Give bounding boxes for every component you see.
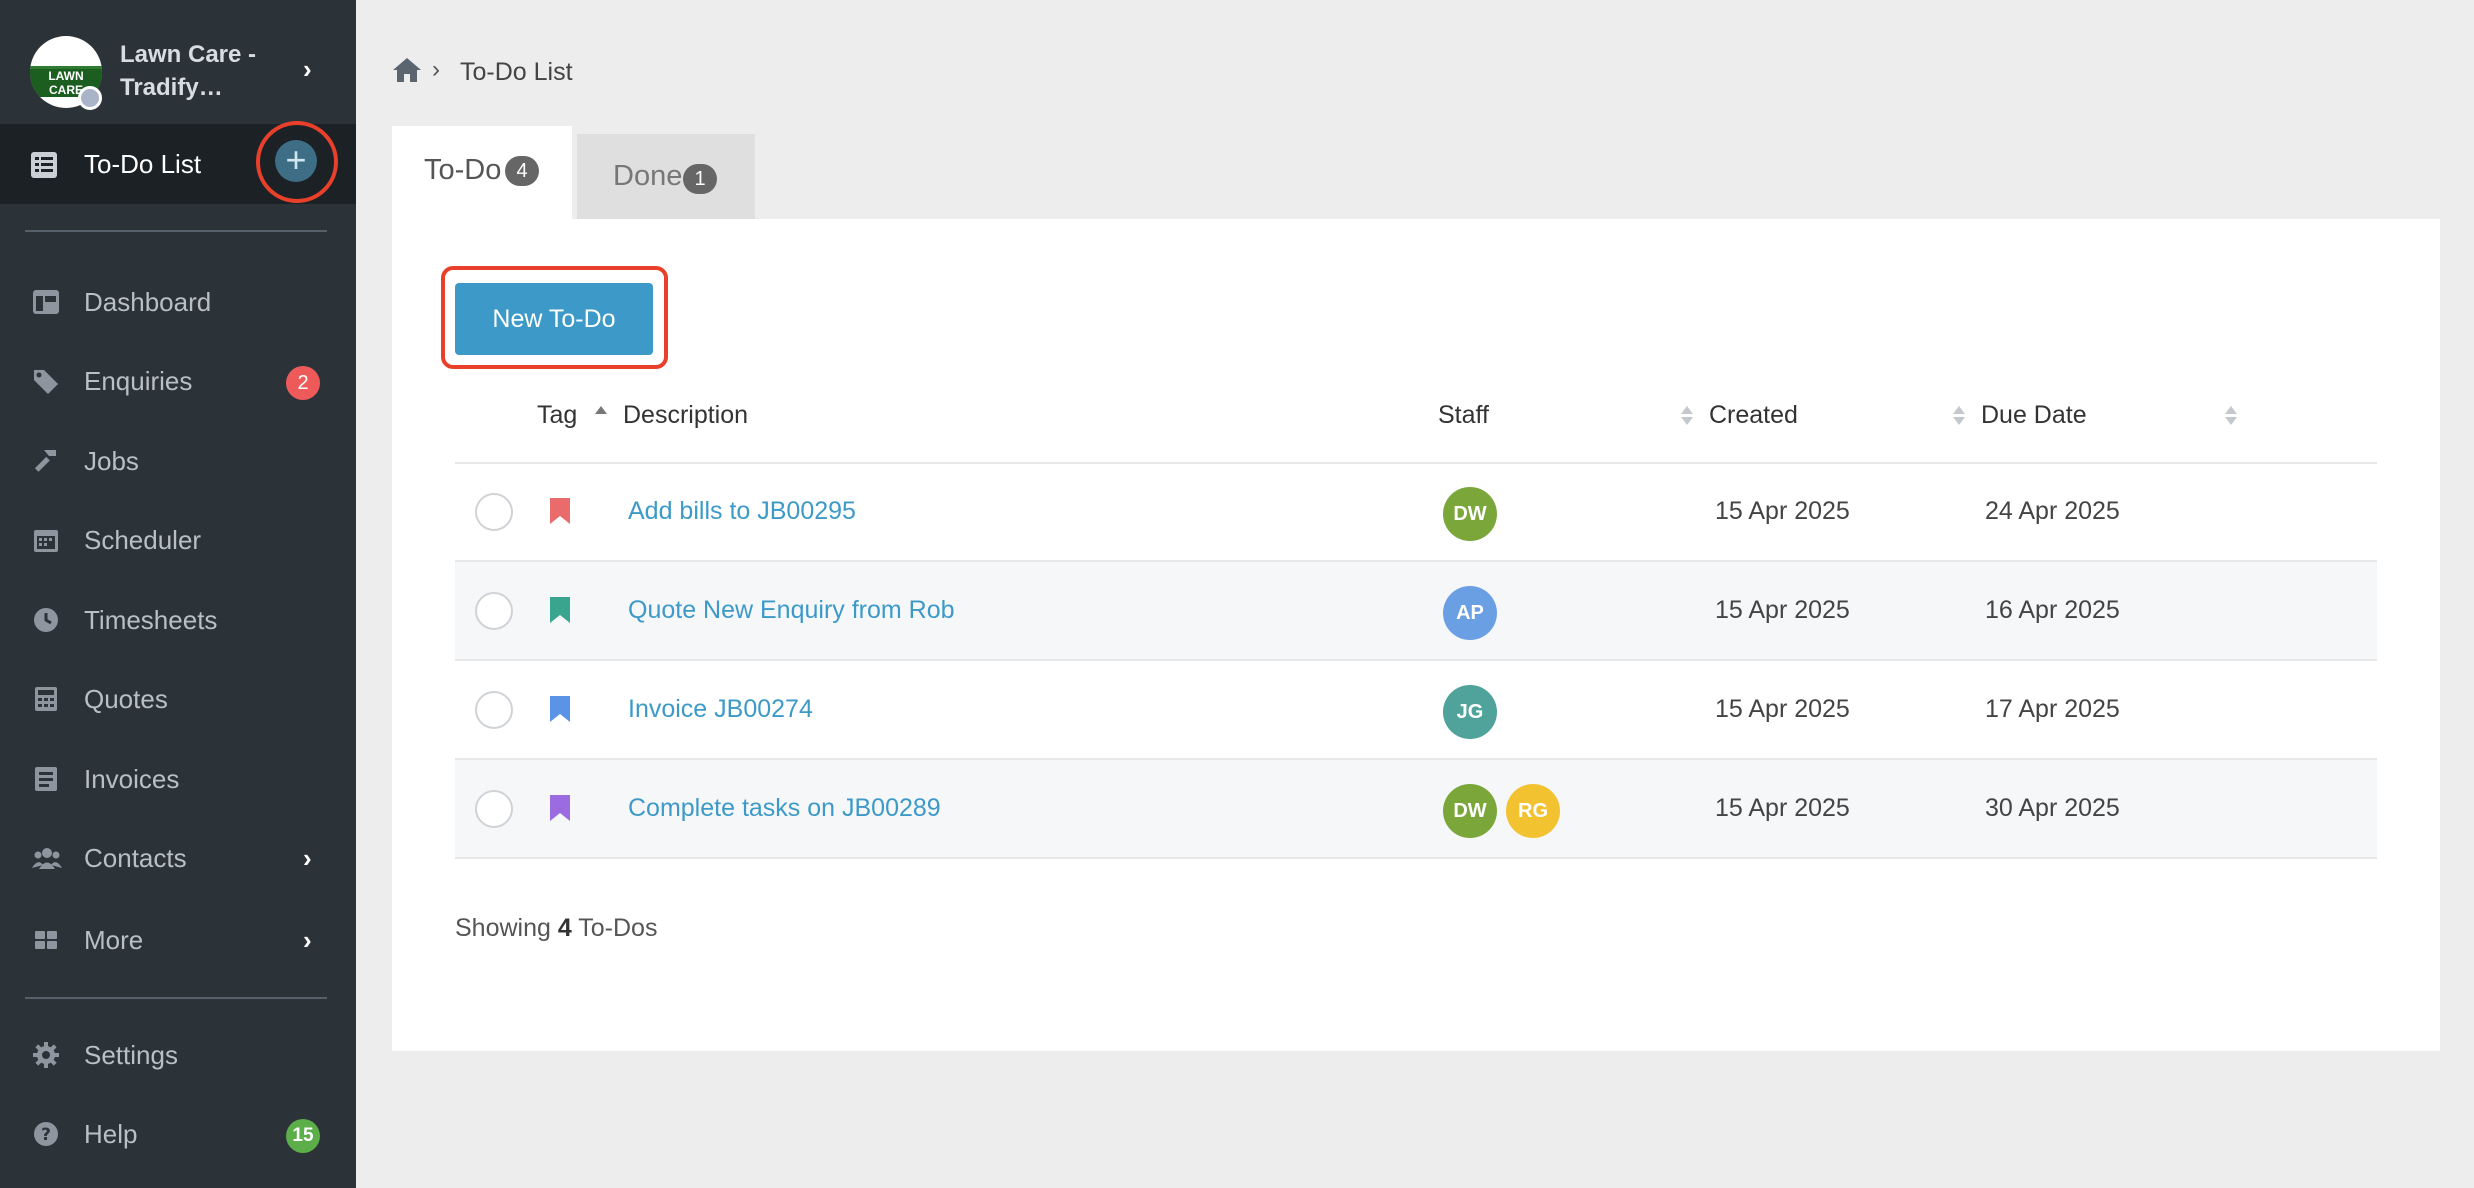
table-row[interactable]: Add bills to JB00295 DW 15 Apr 2025 24 A…: [455, 463, 2377, 561]
table-row[interactable]: Quote New Enquiry from Rob AP 15 Apr 202…: [455, 562, 2377, 660]
clock-icon: [34, 608, 58, 632]
calculator-icon: [35, 687, 57, 711]
sidebar-item-invoices[interactable]: Invoices: [0, 748, 356, 808]
todo-description-link[interactable]: Invoice JB00274: [628, 695, 813, 724]
due-date: 17 Apr 2025: [1985, 695, 2120, 723]
column-header-due-date[interactable]: Due Date: [1981, 401, 2087, 430]
sidebar-item-label: Timesheets: [84, 605, 218, 635]
created-date: 15 Apr 2025: [1715, 497, 1850, 525]
sidebar-divider: [25, 230, 327, 232]
grid-icon: [35, 931, 57, 949]
column-header-created[interactable]: Created: [1709, 401, 1798, 430]
sort-icon[interactable]: [2224, 402, 2238, 428]
sidebar-item-label: Help: [84, 1119, 138, 1149]
home-icon[interactable]: [392, 56, 422, 84]
sidebar-item-scheduler[interactable]: Scheduler: [0, 509, 356, 569]
tab-todo[interactable]: To-Do 4: [392, 126, 572, 220]
sidebar-item-label: Jobs: [84, 446, 139, 476]
sidebar-item-label: Settings: [84, 1040, 178, 1070]
dashboard-icon: [33, 290, 59, 314]
bookmark-icon: [550, 498, 570, 524]
sidebar-item-settings[interactable]: Settings: [0, 1024, 356, 1084]
sidebar-item-label: More: [84, 925, 144, 955]
complete-checkbox[interactable]: [475, 790, 513, 828]
invoice-icon: [35, 767, 57, 791]
tab-count-badge: 4: [505, 156, 539, 186]
created-date: 15 Apr 2025: [1715, 596, 1850, 624]
column-header-tag[interactable]: Tag: [537, 401, 577, 430]
sort-asc-icon[interactable]: [594, 402, 608, 428]
enquiries-count-badge: 2: [286, 366, 320, 400]
org-name: Lawn Care - Tradify…: [120, 41, 257, 101]
avatar: AP: [1443, 586, 1497, 640]
complete-checkbox[interactable]: [475, 493, 513, 531]
created-date: 15 Apr 2025: [1715, 695, 1850, 723]
sidebar-item-label: Scheduler: [84, 525, 202, 555]
help-count-badge: 15: [286, 1119, 320, 1153]
complete-checkbox[interactable]: [475, 592, 513, 630]
bookmark-icon: [550, 795, 570, 821]
new-todo-button[interactable]: New To-Do: [455, 283, 653, 355]
complete-checkbox[interactable]: [475, 691, 513, 729]
table-row[interactable]: Invoice JB00274 JG 15 Apr 2025 17 Apr 20…: [455, 661, 2377, 759]
avatar: DW: [1443, 784, 1497, 838]
chevron-right-icon: ›: [303, 925, 312, 955]
sidebar-item-label: To-Do List: [84, 149, 202, 179]
table-divider: [455, 857, 2377, 859]
avatar: JG: [1443, 685, 1497, 739]
sidebar-item-enquiries[interactable]: Enquiries 2: [0, 350, 356, 410]
bookmark-icon: [550, 597, 570, 623]
bookmark-icon: [550, 696, 570, 722]
column-header-staff[interactable]: Staff: [1438, 401, 1489, 430]
sidebar-item-help[interactable]: ? Help 15: [0, 1103, 356, 1163]
tags-icon: [34, 370, 58, 394]
sidebar-item-more[interactable]: More ›: [0, 909, 356, 969]
sidebar-item-dashboard[interactable]: Dashboard: [0, 271, 356, 331]
sidebar-item-label: Dashboard: [84, 287, 212, 317]
tab-label: Done: [613, 160, 683, 192]
todo-description-link[interactable]: Complete tasks on JB00289: [628, 794, 941, 823]
sidebar-divider: [25, 997, 327, 999]
tab-label: To-Do: [424, 154, 502, 186]
sidebar-item-label: Quotes: [84, 684, 168, 714]
svg-text:?: ?: [41, 1125, 51, 1145]
due-date: 24 Apr 2025: [1985, 497, 2120, 525]
chevron-right-icon: ›: [303, 843, 312, 873]
users-icon: [32, 848, 62, 869]
help-icon: ?: [34, 1122, 58, 1146]
gear-icon: [33, 1042, 59, 1068]
sidebar-item-jobs[interactable]: Jobs: [0, 430, 356, 490]
sidebar-item-label: Enquiries: [84, 366, 193, 396]
due-date: 16 Apr 2025: [1985, 596, 2120, 624]
org-switcher[interactable]: LAWN CARE Lawn Care - Tradify… ›: [0, 0, 356, 124]
tab-done[interactable]: Done 1: [577, 134, 755, 220]
sidebar-item-quotes[interactable]: Quotes: [0, 668, 356, 728]
due-date: 30 Apr 2025: [1985, 794, 2120, 822]
sidebar: LAWN CARE Lawn Care - Tradify… › To-Do L…: [0, 0, 356, 1188]
status-dot: [78, 86, 102, 110]
column-header-description[interactable]: Description: [623, 401, 748, 430]
breadcrumb-separator: ›: [432, 56, 440, 83]
sidebar-item-label: Invoices: [84, 764, 180, 794]
tab-count-badge: 1: [683, 164, 717, 194]
highlight-ring: [256, 121, 338, 203]
sidebar-item-contacts[interactable]: Contacts ›: [0, 827, 356, 887]
calendar-icon: [34, 530, 58, 552]
breadcrumb-current: To-Do List: [460, 58, 573, 86]
todo-description-link[interactable]: Add bills to JB00295: [628, 497, 856, 526]
showing-summary: Showing 4 To-Dos: [455, 914, 658, 942]
sidebar-item-label: Contacts: [84, 843, 187, 873]
table-row[interactable]: Complete tasks on JB00289 DW RG 15 Apr 2…: [455, 760, 2377, 858]
sort-icon[interactable]: [1952, 402, 1966, 428]
hammer-icon: [34, 450, 56, 472]
list-icon: [31, 152, 57, 178]
avatar: RG: [1506, 784, 1560, 838]
todo-description-link[interactable]: Quote New Enquiry from Rob: [628, 596, 955, 625]
sort-icon[interactable]: [1680, 402, 1694, 428]
sidebar-item-timesheets[interactable]: Timesheets: [0, 589, 356, 649]
avatar: DW: [1443, 487, 1497, 541]
created-date: 15 Apr 2025: [1715, 794, 1850, 822]
chevron-right-icon: ›: [303, 54, 312, 84]
